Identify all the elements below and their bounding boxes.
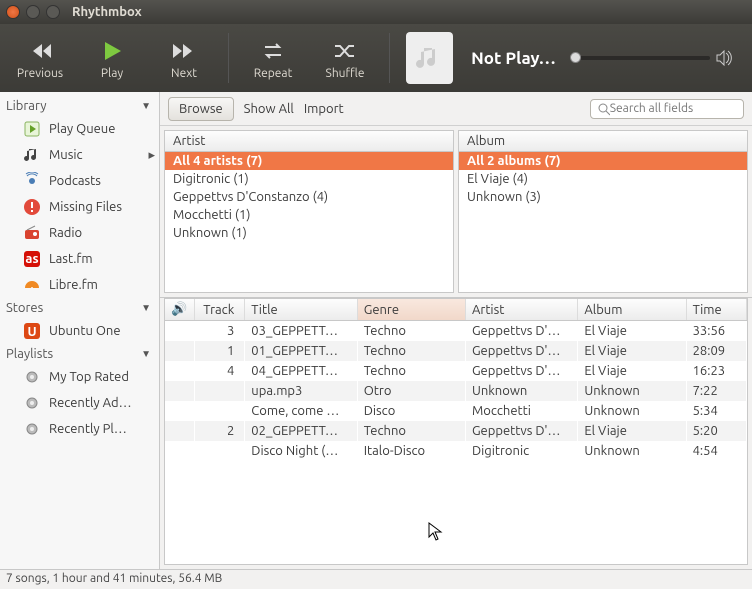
sidebar-item-icon bbox=[22, 119, 42, 139]
col-artist[interactable]: Artist bbox=[465, 299, 577, 321]
table-row[interactable]: 101_GEPPETT…TechnoGeppettvs D'…El Viaje2… bbox=[165, 341, 747, 361]
show-all-button[interactable]: Show All bbox=[244, 102, 294, 116]
table-row[interactable]: 404_GEPPETT…TechnoGeppettvs D'…El Viaje1… bbox=[165, 361, 747, 381]
table-row[interactable]: 303_GEPPETT…TechnoGeppettvs D'…El Viaje3… bbox=[165, 321, 747, 342]
play-button[interactable]: Play bbox=[84, 37, 140, 80]
sidebar-item-icon bbox=[22, 145, 42, 165]
import-button[interactable]: Import bbox=[304, 102, 344, 116]
list-item[interactable]: All 4 artists (7) bbox=[165, 152, 453, 170]
col-time[interactable]: Time bbox=[686, 299, 746, 321]
sidebar-item-icon bbox=[22, 223, 42, 243]
list-item[interactable]: Digitronic (1) bbox=[165, 170, 453, 188]
list-item[interactable]: Unknown (3) bbox=[459, 188, 747, 206]
title-bar: Rhythmbox bbox=[0, 0, 752, 24]
now-playing-label: Not Play… bbox=[471, 49, 558, 68]
sidebar-item-label: Play Queue bbox=[49, 122, 115, 136]
search-icon bbox=[597, 102, 610, 116]
sidebar-item-label: Podcasts bbox=[49, 174, 101, 188]
sidebar-item[interactable]: as Last.fm bbox=[0, 246, 159, 272]
table-row[interactable]: upa.mp3OtroUnknownUnknown7:22 bbox=[165, 381, 747, 401]
sidebar-item[interactable]: My Top Rated bbox=[0, 364, 159, 390]
sidebar-item[interactable]: U Ubuntu One bbox=[0, 318, 159, 344]
list-item[interactable]: Mocchetti (1) bbox=[165, 206, 453, 224]
col-title[interactable]: Title bbox=[245, 299, 357, 321]
sidebar-item-label: Last.fm bbox=[49, 252, 93, 266]
search-input[interactable] bbox=[610, 102, 737, 115]
repeat-button[interactable]: Repeat bbox=[245, 37, 301, 80]
sidebar-item-label: My Top Rated bbox=[49, 370, 129, 384]
music-note-icon bbox=[414, 42, 446, 74]
sidebar-section-playlists[interactable]: Playlists▼ bbox=[0, 344, 159, 364]
list-item[interactable]: El Viaje (4) bbox=[459, 170, 747, 188]
chevron-down-icon: ▼ bbox=[141, 348, 151, 360]
window-title: Rhythmbox bbox=[72, 5, 142, 19]
previous-button[interactable]: Previous bbox=[12, 37, 68, 80]
chevron-right-icon: ▸ bbox=[148, 148, 155, 163]
sidebar-item-icon bbox=[22, 367, 42, 387]
next-button[interactable]: Next bbox=[156, 37, 212, 80]
sidebar-item[interactable]: Music ▸ bbox=[0, 142, 159, 168]
sidebar-item[interactable]: Recently Ad… bbox=[0, 390, 159, 416]
sidebar-item-icon bbox=[22, 393, 42, 413]
window-maximize-button[interactable] bbox=[46, 5, 60, 19]
main-toolbar: Previous Play Next Repeat Shuffle Not Pl… bbox=[0, 24, 752, 92]
window-close-button[interactable] bbox=[6, 5, 20, 19]
sidebar-item[interactable]: Missing Files bbox=[0, 194, 159, 220]
sidebar-item[interactable]: Recently Pl… bbox=[0, 416, 159, 442]
track-table: 🔊 Track Title Genre Artist Album Time 30… bbox=[164, 298, 748, 565]
sidebar-item-icon bbox=[22, 197, 42, 217]
chevron-down-icon: ▼ bbox=[141, 100, 151, 112]
repeat-icon bbox=[261, 37, 285, 65]
shuffle-button[interactable]: Shuffle bbox=[317, 37, 373, 80]
sidebar-item[interactable]: Libre.fm bbox=[0, 272, 159, 298]
status-bar: 7 songs, 1 hour and 41 minutes, 56.4 MB bbox=[0, 569, 752, 589]
list-item[interactable]: Unknown (1) bbox=[165, 224, 453, 242]
sidebar-item-label: Music bbox=[49, 148, 83, 162]
window-minimize-button[interactable] bbox=[26, 5, 40, 19]
sidebar-item[interactable]: Play Queue bbox=[0, 116, 159, 142]
list-item[interactable]: Geppettvs D'Constanzo (4) bbox=[165, 188, 453, 206]
sidebar-item-label: Recently Pl… bbox=[49, 422, 127, 436]
volume-slider[interactable] bbox=[570, 50, 740, 66]
sidebar-item[interactable]: Podcasts bbox=[0, 168, 159, 194]
table-row[interactable]: Come, come …DiscoMocchettiUnknown5:34 bbox=[165, 401, 747, 421]
svg-text:U: U bbox=[27, 325, 36, 339]
sidebar-item-label: Ubuntu One bbox=[49, 324, 121, 338]
album-header[interactable]: Album bbox=[459, 131, 747, 152]
artist-list: Artist All 4 artists (7)Digitronic (1)Ge… bbox=[164, 130, 454, 293]
sidebar-item-icon: as bbox=[22, 249, 42, 269]
sidebar: Library▼ Play Queue Music ▸ Podcasts Missing… bbox=[0, 92, 160, 569]
sidebar-item-icon bbox=[22, 419, 42, 439]
sidebar-section-library[interactable]: Library▼ bbox=[0, 96, 159, 116]
col-playing[interactable]: 🔊 bbox=[165, 299, 195, 321]
shuffle-icon bbox=[333, 37, 357, 65]
album-list: Album All 2 albums (7)El Viaje (4)Unknow… bbox=[458, 130, 748, 293]
col-track[interactable]: Track bbox=[195, 299, 245, 321]
svg-text:as: as bbox=[25, 252, 38, 266]
sidebar-item-icon bbox=[22, 171, 42, 191]
col-album[interactable]: Album bbox=[578, 299, 686, 321]
artist-header[interactable]: Artist bbox=[165, 131, 453, 152]
play-icon bbox=[101, 37, 123, 65]
sidebar-item[interactable]: Radio bbox=[0, 220, 159, 246]
sidebar-item-label: Recently Ad… bbox=[49, 396, 132, 410]
album-art bbox=[406, 32, 453, 84]
sidebar-item-label: Missing Files bbox=[49, 200, 122, 214]
list-item[interactable]: All 2 albums (7) bbox=[459, 152, 747, 170]
volume-icon bbox=[716, 50, 734, 66]
browse-button[interactable]: Browse bbox=[168, 97, 234, 121]
table-row[interactable]: 202_GEPPETT…TechnoGeppettvs D'…El Viaje5… bbox=[165, 421, 747, 441]
sidebar-item-label: Libre.fm bbox=[49, 278, 98, 292]
sidebar-section-stores[interactable]: Stores▼ bbox=[0, 298, 159, 318]
sidebar-item-label: Radio bbox=[49, 226, 82, 240]
col-genre[interactable]: Genre bbox=[357, 299, 465, 321]
sidebar-item-icon bbox=[22, 275, 42, 295]
skip-previous-icon bbox=[29, 37, 51, 65]
browse-bar: Browse Show All Import bbox=[160, 92, 752, 126]
chevron-down-icon: ▼ bbox=[141, 302, 151, 314]
sidebar-item-icon: U bbox=[22, 321, 42, 341]
table-row[interactable]: Disco Night (…Italo-DiscoDigitronicUnkno… bbox=[165, 441, 747, 461]
search-field[interactable] bbox=[590, 99, 744, 119]
skip-next-icon bbox=[173, 37, 195, 65]
